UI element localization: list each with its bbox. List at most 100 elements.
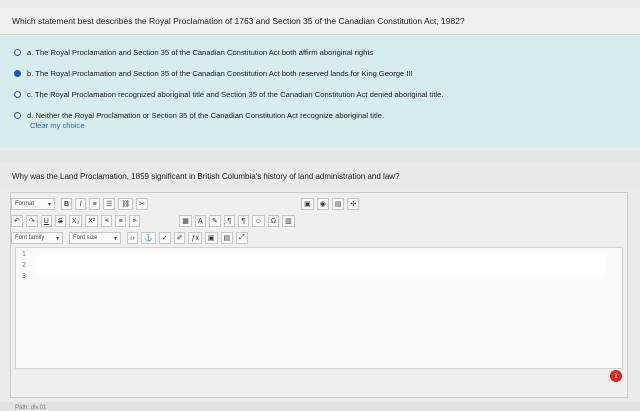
special-char-button[interactable]: Ω [267, 215, 280, 227]
font-size-label: Font size [73, 235, 98, 241]
grid-icon: ▥ [285, 218, 292, 225]
question-1-text: Which statement best describes the Royal… [12, 16, 465, 26]
anchor-icon: ⚓ [144, 235, 153, 242]
ltr-button[interactable]: ¶ [223, 215, 235, 227]
question-1-panel: Which statement best describes the Royal… [0, 0, 640, 150]
font-family-label: Font family [15, 235, 45, 241]
font-family-select[interactable]: Font family ▾ [11, 232, 63, 244]
option-a[interactable]: a. The Royal Proclamation and Section 35… [14, 48, 373, 57]
anchor-button[interactable]: ⚓ [141, 232, 156, 244]
redo-button[interactable]: ↷ [25, 215, 38, 227]
image-button[interactable]: ▣ [301, 198, 314, 210]
question-1-options: a. The Royal Proclamation and Section 35… [0, 36, 640, 148]
format-select-label: Format [15, 201, 35, 207]
question-2-text: Why was the Land Proclamation, 1859 sign… [12, 172, 400, 181]
fullscreen-button[interactable]: ⤢ [236, 232, 248, 244]
radio-option-c[interactable] [14, 91, 21, 98]
paste-button[interactable]: ▣ [204, 232, 218, 244]
question-2-panel: Why was the Land Proclamation, 1859 sign… [0, 162, 640, 411]
option-d-label: d. Neither the Royal Proclamation or Sec… [27, 111, 385, 120]
italic-button[interactable]: I [75, 198, 87, 210]
redacted-answer-text [36, 254, 606, 276]
paste-icon: ▣ [207, 235, 215, 242]
paste-word-icon: ▤ [223, 235, 231, 242]
align-left-icon: ⫷ [104, 217, 109, 224]
media-icon: ◉ [319, 201, 326, 208]
question-2-header: Why was the Land Proclamation, 1859 sign… [0, 166, 640, 186]
option-a-label: a. The Royal Proclamation and Section 35… [27, 48, 374, 57]
spellcheck-button[interactable]: ✓ [158, 232, 171, 244]
unlink-icon: ✂ [139, 201, 146, 208]
notification-badge[interactable]: 1 [610, 370, 622, 382]
paragraph-ltr-icon: ¶ [227, 217, 232, 225]
numbered-list-button[interactable]: ☰ [103, 198, 116, 210]
answer-text-area[interactable]: 1 2 3 [15, 247, 623, 369]
table-icon: ▦ [182, 218, 189, 225]
chevron-down-icon: ▾ [113, 235, 117, 242]
toolbar-row-2: ↶ ↷ U S X₂ X² ⫷ ≡ ⫸ ▦ A ✎ ¶ ¶ ☺ Ω ▥ [11, 213, 627, 229]
bold-button[interactable]: B [61, 198, 73, 210]
code-icon: ‹› [130, 234, 135, 242]
redo-icon: ↷ [28, 218, 35, 225]
align-center-icon: ≡ [118, 217, 123, 225]
math-icon: ƒx [191, 234, 199, 242]
math-button[interactable]: ƒx [188, 232, 202, 244]
emoticon-icon: ☺ [254, 217, 262, 225]
emoticon-button[interactable]: ☺ [251, 215, 265, 227]
chevron-down-icon: ▾ [47, 201, 51, 208]
line-number-3: 3 [22, 273, 26, 280]
clear-choice-link[interactable]: Clear my choice [30, 121, 84, 130]
media-button[interactable]: ◉ [316, 198, 329, 210]
background-color-button[interactable]: ✎ [208, 215, 221, 227]
rich-text-editor: Format ▾ B I ≡ ☰ ⛓ ✂ ▣ ◉ ▤ ✣ ↶ ↷ U S X₂ … [10, 192, 628, 411]
file-button[interactable]: ▤ [331, 198, 345, 210]
fullscreen-icon: ⤢ [239, 234, 245, 241]
divider [0, 150, 640, 162]
align-right-button[interactable]: ⫸ [129, 215, 141, 227]
numbered-list-icon: ☰ [106, 201, 113, 208]
subscript-button[interactable]: X₂ [68, 215, 83, 227]
format-select[interactable]: Format ▾ [11, 198, 55, 210]
unlink-button[interactable]: ✂ [136, 198, 149, 210]
option-b-label: b. The Royal Proclamation and Section 35… [27, 69, 413, 78]
table-button[interactable]: ▦ [179, 215, 192, 227]
editor-path: Path: div.01 [15, 405, 47, 411]
expand-icon: ✣ [350, 201, 357, 208]
line-number-2: 2 [22, 262, 26, 269]
option-d[interactable]: d. Neither the Royal Proclamation or Sec… [14, 111, 384, 120]
align-left-button[interactable]: ⫷ [101, 215, 113, 227]
align-center-button[interactable]: ≡ [115, 215, 127, 227]
option-b[interactable]: b. The Royal Proclamation and Section 35… [14, 69, 413, 78]
strikethrough-button[interactable]: S [54, 215, 66, 227]
clear-format-button[interactable]: ✐ [173, 232, 186, 244]
expand-button[interactable]: ✣ [347, 198, 360, 210]
undo-icon: ↶ [14, 218, 20, 225]
rtl-button[interactable]: ¶ [237, 215, 249, 227]
image-icon: ▣ [304, 201, 311, 208]
question-1-header: Which statement best describes the Royal… [0, 8, 640, 35]
toolbar-row-3: Font family ▾ Font size ▾ ‹› ⚓ ✓ ✐ ƒx ▣ … [11, 230, 627, 246]
eraser-icon: ✐ [176, 235, 183, 242]
paste-word-button[interactable]: ▤ [220, 232, 234, 244]
grid-button[interactable]: ▥ [282, 215, 295, 227]
option-c[interactable]: c. The Royal Proclamation recognized abo… [14, 90, 444, 99]
paragraph-rtl-icon: ¶ [241, 217, 246, 225]
html-button[interactable]: ‹› [127, 232, 138, 244]
superscript-button[interactable]: X² [85, 215, 99, 227]
text-color-button[interactable]: A [194, 215, 206, 227]
radio-option-a[interactable] [14, 49, 21, 56]
undo-button[interactable]: ↶ [11, 215, 23, 227]
bullet-list-icon: ≡ [92, 200, 97, 208]
bullet-list-button[interactable]: ≡ [89, 198, 101, 210]
spellcheck-icon: ✓ [161, 235, 168, 242]
chevron-down-icon: ▾ [55, 235, 59, 242]
toolbar-row-1: Format ▾ B I ≡ ☰ ⛓ ✂ ▣ ◉ ▤ ✣ [11, 196, 627, 212]
align-right-icon: ⫸ [132, 217, 137, 224]
radio-option-b[interactable] [14, 70, 21, 77]
option-c-label: c. The Royal Proclamation recognized abo… [27, 90, 444, 99]
link-button[interactable]: ⛓ [118, 198, 134, 210]
underline-button[interactable]: U [40, 215, 52, 227]
font-size-select[interactable]: Font size ▾ [69, 232, 121, 244]
radio-option-d[interactable] [14, 112, 21, 119]
link-icon: ⛓ [121, 201, 131, 208]
